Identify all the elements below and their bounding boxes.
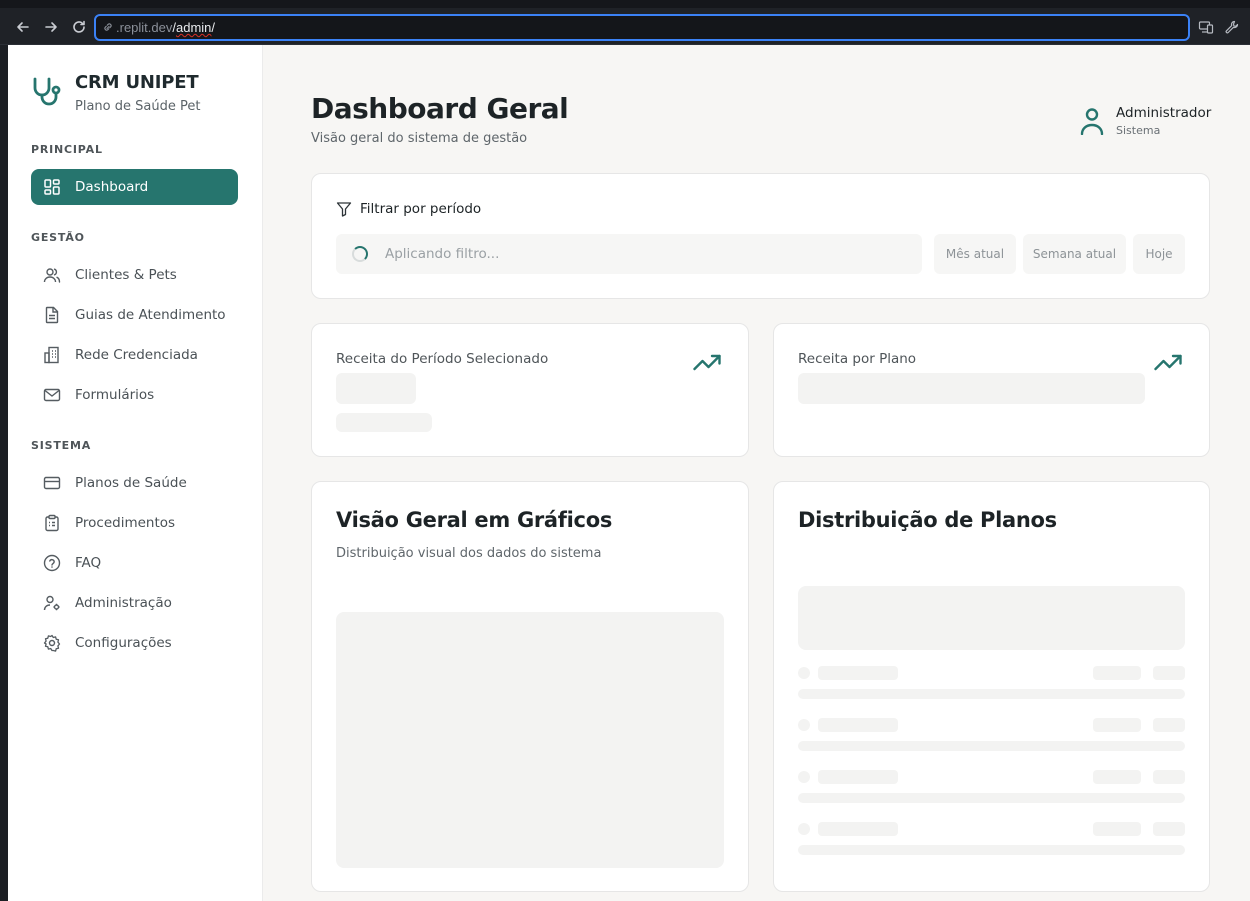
- sidebar-item-guias-atendimento[interactable]: Guias de Atendimento: [31, 297, 238, 333]
- trending-up-icon: [693, 354, 723, 374]
- link-icon: [102, 20, 114, 34]
- building-icon: [43, 346, 61, 364]
- sidebar-item-label: Guias de Atendimento: [75, 307, 226, 323]
- section-gestao: GESTÃO: [31, 231, 85, 244]
- sidebar-item-label: Dashboard: [75, 179, 149, 195]
- count-skeleton: [1093, 770, 1141, 784]
- chip-hoje[interactable]: Hoje: [1133, 234, 1185, 274]
- chip-semana-atual[interactable]: Semana atual: [1023, 234, 1126, 274]
- legend-dot-skeleton: [798, 667, 810, 679]
- sidebar-item-planos-saude[interactable]: Planos de Saúde: [31, 465, 238, 501]
- sidebar-item-procedimentos[interactable]: Procedimentos: [31, 505, 238, 541]
- page-subtitle: Visão geral do sistema de gestão: [311, 131, 528, 146]
- count-skeleton: [1093, 822, 1141, 836]
- sidebar-item-formularios[interactable]: Formulários: [31, 377, 238, 413]
- sidebar: CRM UNIPET Plano de Saúde Pet PRINCIPAL …: [8, 45, 263, 901]
- count-skeleton: [1093, 666, 1141, 680]
- sidebar-item-label: FAQ: [75, 555, 102, 571]
- label-skeleton: [818, 718, 898, 732]
- percent-skeleton: [1153, 666, 1185, 680]
- browser-toolbar: .replit.dev/admin/: [0, 0, 1250, 45]
- label-skeleton: [818, 770, 898, 784]
- sidebar-item-label: Clientes & Pets: [75, 267, 177, 283]
- mail-icon: [43, 386, 61, 404]
- dashboard-icon: [43, 178, 61, 196]
- app-window: CRM UNIPET Plano de Saúde Pet PRINCIPAL …: [8, 45, 1250, 901]
- sidebar-item-label: Rede Credenciada: [75, 347, 198, 363]
- legend-dot-skeleton: [798, 823, 810, 835]
- gear-icon: [43, 634, 61, 652]
- section-principal: PRINCIPAL: [31, 143, 103, 156]
- bar-skeleton: [798, 689, 1185, 699]
- tab-strip: [0, 0, 1250, 8]
- bar-skeleton: [798, 845, 1185, 855]
- chart-skeleton: [336, 612, 724, 868]
- user-cog-icon: [43, 594, 61, 612]
- value-skeleton: [336, 373, 416, 404]
- trending-up-icon: [1154, 354, 1184, 374]
- filter-icon: [336, 201, 352, 217]
- percent-skeleton: [1153, 718, 1185, 732]
- plans-distribution-card: Distribuição de Planos: [773, 481, 1210, 892]
- chip-mes-atual[interactable]: Mês atual: [934, 234, 1016, 274]
- period-filter-input[interactable]: Aplicando filtro...: [336, 234, 922, 274]
- page-title: Dashboard Geral: [311, 92, 569, 125]
- user-role: Sistema: [1116, 124, 1161, 137]
- filter-card: Filtrar por período Aplicando filtro... …: [311, 173, 1210, 299]
- credit-card-icon: [43, 474, 61, 492]
- count-skeleton: [1093, 718, 1141, 732]
- sidebar-item-faq[interactable]: FAQ: [31, 545, 238, 581]
- plans-chart-skeleton: [798, 586, 1185, 650]
- url-text: .replit.dev/admin/: [116, 20, 216, 35]
- revenue-plan-card: Receita por Plano: [773, 323, 1210, 457]
- percent-skeleton: [1153, 770, 1185, 784]
- charts-card: Visão Geral em Gráficos Distribuição vis…: [311, 481, 749, 892]
- sidebar-item-label: Formulários: [75, 387, 155, 403]
- reload-icon[interactable]: [70, 18, 88, 36]
- sidebar-item-dashboard[interactable]: Dashboard: [31, 169, 238, 205]
- filter-title: Filtrar por período: [360, 201, 482, 217]
- user-name[interactable]: Administrador: [1116, 105, 1211, 121]
- brand-title: CRM UNIPET: [75, 72, 199, 93]
- help-circle-icon: [43, 554, 61, 572]
- address-bar[interactable]: .replit.dev/admin/: [94, 14, 1190, 41]
- sidebar-item-label: Configurações: [75, 635, 172, 651]
- percent-skeleton: [1153, 822, 1185, 836]
- card-label: Receita por Plano: [798, 351, 917, 367]
- clipboard-icon: [43, 514, 61, 532]
- document-icon: [43, 306, 61, 324]
- value-skeleton: [798, 373, 1145, 404]
- bar-skeleton: [798, 793, 1185, 803]
- sidebar-item-clientes-pets[interactable]: Clientes & Pets: [31, 257, 238, 293]
- sidebar-item-label: Administração: [75, 595, 172, 611]
- card-label: Receita do Período Selecionado: [336, 351, 549, 367]
- sidebar-item-label: Procedimentos: [75, 515, 176, 531]
- plans-card-title: Distribuição de Planos: [798, 508, 1057, 532]
- caption-skeleton: [336, 413, 432, 432]
- sidebar-item-administracao[interactable]: Administração: [31, 585, 238, 621]
- section-sistema: SISTEMA: [31, 439, 92, 452]
- loading-spinner-icon: [352, 246, 368, 262]
- brand-subtitle: Plano de Saúde Pet: [75, 99, 201, 114]
- forward-icon[interactable]: [42, 18, 60, 36]
- legend-dot-skeleton: [798, 719, 810, 731]
- sidebar-item-rede-credenciada[interactable]: Rede Credenciada: [31, 337, 238, 373]
- revenue-period-card: Receita do Período Selecionado: [311, 323, 749, 457]
- users-icon: [43, 266, 61, 284]
- user-icon[interactable]: [1080, 107, 1104, 136]
- devices-icon[interactable]: [1198, 19, 1214, 35]
- sidebar-item-configuracoes[interactable]: Configurações: [31, 625, 238, 661]
- filter-status-text: Aplicando filtro...: [385, 246, 500, 262]
- stethoscope-icon: [30, 75, 64, 109]
- legend-dot-skeleton: [798, 771, 810, 783]
- label-skeleton: [818, 822, 898, 836]
- label-skeleton: [818, 666, 898, 680]
- sidebar-item-label: Planos de Saúde: [75, 475, 187, 491]
- charts-card-subtitle: Distribuição visual dos dados do sistema: [336, 546, 602, 561]
- back-icon[interactable]: [14, 18, 32, 36]
- bar-skeleton: [798, 741, 1185, 751]
- charts-card-title: Visão Geral em Gráficos: [336, 508, 613, 532]
- wrench-icon[interactable]: [1224, 19, 1240, 35]
